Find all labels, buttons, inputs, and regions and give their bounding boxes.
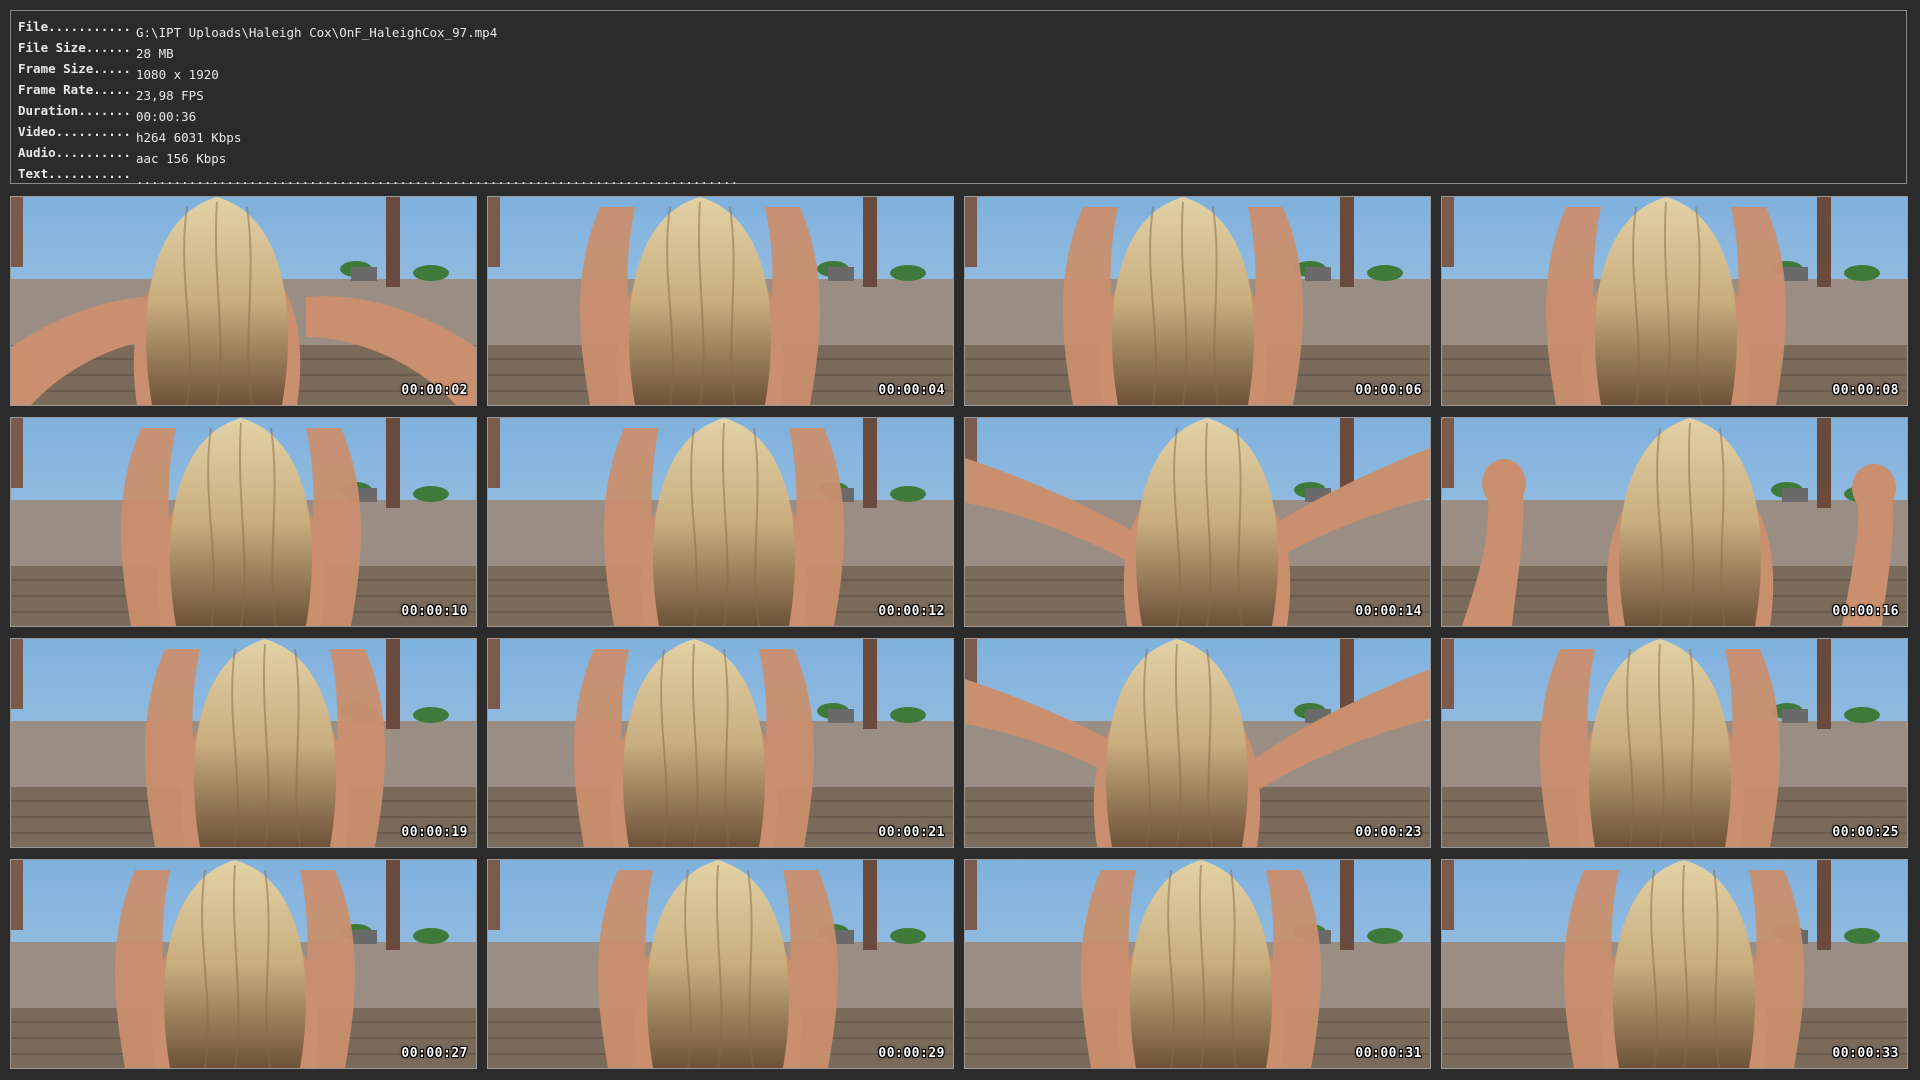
frame-image (488, 639, 953, 847)
timecode-label: 00:00:21 (878, 825, 945, 840)
frame-image (965, 197, 1430, 405)
thumbnail-grid: 00:00:02 00:00:04 00:00:06 00:00:08 00:0… (10, 196, 1909, 1071)
frame-image (11, 639, 476, 847)
timecode-label: 00:00:02 (401, 383, 468, 398)
timecode-label: 00:00:14 (1355, 604, 1422, 619)
info-key: Text........... (18, 166, 131, 181)
thumbnail-frame: 00:00:16 (1441, 417, 1908, 627)
thumbnail-frame: 00:00:25 (1441, 638, 1908, 848)
thumbnail-frame: 00:00:31 (964, 859, 1431, 1069)
info-row: Text....................................… (18, 163, 1906, 187)
timecode-label: 00:00:10 (401, 604, 468, 619)
frame-image (965, 860, 1430, 1068)
frame-image (965, 418, 1430, 626)
thumbnail-frame: 00:00:06 (964, 196, 1431, 406)
info-value: G:\IPT Uploads\Haleigh Cox\OnF_HaleighCo… (136, 25, 498, 40)
timecode-label: 00:00:31 (1355, 1046, 1422, 1061)
info-key: Video.......... (18, 124, 131, 139)
info-key: Audio.......... (18, 145, 131, 160)
info-row: File........... G:\IPT Uploads\Haleigh Co… (18, 16, 1906, 40)
info-key: Frame Rate..... (18, 82, 131, 97)
thumbnail-frame: 00:00:02 (10, 196, 477, 406)
frame-image (11, 197, 476, 405)
info-row: Video.......... h264 6031 Kbps (18, 121, 1906, 145)
frame-image (11, 418, 476, 626)
frame-image (488, 860, 953, 1068)
timecode-label: 00:00:27 (401, 1046, 468, 1061)
info-key: File Size...... (18, 40, 131, 55)
thumbnail-frame: 00:00:08 (1441, 196, 1908, 406)
thumbnail-frame: 00:00:27 (10, 859, 477, 1069)
info-row: Frame Size..... 1080 x 1920 (18, 58, 1906, 82)
frame-image (1442, 197, 1907, 405)
timecode-label: 00:00:19 (401, 825, 468, 840)
frame-image (488, 197, 953, 405)
thumbnail-frame: 00:00:12 (487, 417, 954, 627)
contact-sheet: File........... G:\IPT Uploads\Haleigh Co… (0, 0, 1920, 1080)
info-row: Duration....... 00:00:36 (18, 100, 1906, 124)
thumbnail-frame: 00:00:10 (10, 417, 477, 627)
timecode-label: 00:00:04 (878, 383, 945, 398)
timecode-label: 00:00:16 (1832, 604, 1899, 619)
frame-image (1442, 639, 1907, 847)
frame-image (11, 860, 476, 1068)
thumbnail-frame: 00:00:23 (964, 638, 1431, 848)
thumbnail-frame: 00:00:04 (487, 196, 954, 406)
thumbnail-frame: 00:00:19 (10, 638, 477, 848)
media-info-panel: File........... G:\IPT Uploads\Haleigh Co… (10, 10, 1907, 187)
frame-image (1442, 860, 1907, 1068)
timecode-label: 00:00:23 (1355, 825, 1422, 840)
timecode-label: 00:00:29 (878, 1046, 945, 1061)
timecode-label: 00:00:08 (1832, 383, 1899, 398)
frame-image (1442, 418, 1907, 626)
timecode-label: 00:00:12 (878, 604, 945, 619)
info-row: Audio.......... aac 156 Kbps (18, 142, 1906, 166)
info-key: Frame Size..... (18, 61, 131, 76)
thumbnail-frame: 00:00:29 (487, 859, 954, 1069)
info-value: ........................................… (136, 172, 739, 187)
timecode-label: 00:00:06 (1355, 383, 1422, 398)
timecode-label: 00:00:25 (1832, 825, 1899, 840)
info-row: Frame Rate..... 23,98 FPS (18, 79, 1906, 103)
timecode-label: 00:00:33 (1832, 1046, 1899, 1061)
thumbnail-frame: 00:00:33 (1441, 859, 1908, 1069)
thumbnail-frame: 00:00:21 (487, 638, 954, 848)
frame-image (488, 418, 953, 626)
frame-image (965, 639, 1430, 847)
info-key: Duration....... (18, 103, 131, 118)
info-key: File........... (18, 19, 131, 34)
thumbnail-frame: 00:00:14 (964, 417, 1431, 627)
